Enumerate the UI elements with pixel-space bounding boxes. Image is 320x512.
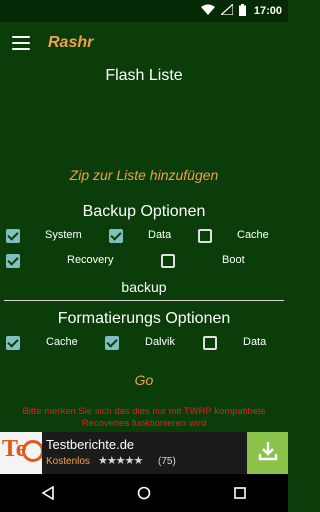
home-button[interactable] — [124, 474, 164, 512]
add-zip-link[interactable]: Zip zur Liste hinzufügen — [0, 167, 288, 183]
checkbox-dalvik[interactable] — [105, 336, 119, 350]
checkbox-data[interactable] — [109, 229, 123, 243]
checkbox-cache[interactable] — [198, 229, 212, 243]
download-icon — [257, 440, 279, 467]
checkbox-boot[interactable] — [161, 254, 175, 268]
ad-logo-text: Te — [2, 436, 27, 462]
ad-subtitle: Kostenlos — [46, 456, 90, 467]
checkbox-label: Data — [148, 229, 172, 241]
checkbox-system[interactable] — [6, 229, 20, 243]
checkbox-label: Cache — [237, 229, 269, 241]
checkbox-label: Cache — [46, 336, 78, 348]
app-bar: Rashr — [0, 22, 288, 64]
ad-review-count: (75) — [158, 456, 176, 467]
download-button[interactable] — [247, 432, 288, 474]
backup-options-row-1: System Data Cache — [0, 224, 288, 248]
checkbox-format-data[interactable] — [203, 336, 217, 350]
navigation-bar — [0, 474, 288, 512]
backup-options-title: Backup Optionen — [82, 203, 206, 220]
checkbox-label: Recovery — [67, 254, 114, 266]
checkbox-label: Boot — [222, 254, 245, 266]
warning-text: Bitte merken Sie sich das dies nur mit T… — [22, 406, 266, 429]
status-bar: 17:00 — [0, 0, 288, 22]
ad-banner[interactable]: Te Testberichte.de Kostenlos ★★★★★ (75) — [0, 432, 288, 474]
app-title: Rashr — [48, 34, 94, 51]
format-options-title: Formatierungs Optionen — [57, 310, 231, 327]
checkbox-recovery[interactable] — [6, 254, 20, 268]
flash-list-title: Flash Liste — [105, 67, 183, 84]
wifi-icon — [200, 4, 215, 18]
menu-icon[interactable] — [12, 36, 30, 50]
ad-title: Testberichte.de — [46, 437, 135, 452]
backup-name-field[interactable]: backup — [0, 279, 288, 295]
backup-options-row-2: Recovery Boot — [0, 249, 288, 273]
back-button[interactable] — [28, 474, 68, 512]
checkbox-label: Data — [243, 336, 267, 348]
recents-button[interactable] — [220, 474, 260, 512]
battery-icon — [238, 3, 246, 19]
format-options-row: Cache Dalvik Data — [0, 331, 288, 355]
go-button[interactable]: Go — [0, 372, 288, 388]
signal-off-icon — [219, 2, 234, 18]
clock: 17:00 — [253, 5, 282, 17]
checkbox-label: Dalvik — [145, 336, 175, 348]
rating-stars-icon: ★★★★★ — [98, 455, 143, 467]
ad-logo: Te — [0, 432, 42, 474]
checkbox-format-cache[interactable] — [6, 336, 20, 350]
checkbox-label: System — [45, 229, 82, 241]
divider — [4, 300, 284, 301]
